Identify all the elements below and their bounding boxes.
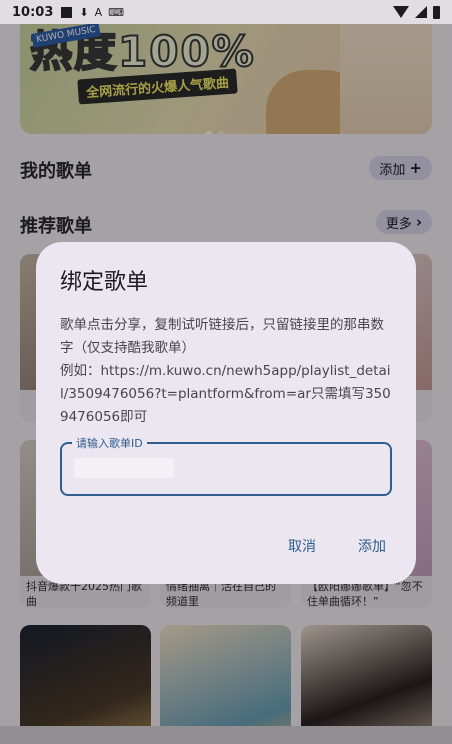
status-bar: 10:03 ⬇ A ⌨ [0, 0, 452, 24]
notification-icon [61, 6, 73, 18]
confirm-add-button[interactable]: 添加 [358, 536, 386, 556]
dialog-title: 绑定歌单 [60, 270, 149, 295]
wifi-icon [393, 6, 409, 18]
status-time: 10:03 [12, 4, 54, 20]
download-icon: ⬇ [79, 5, 89, 19]
keyboard-icon: ⌨ [108, 5, 125, 19]
status-indicators [393, 5, 440, 19]
bind-playlist-dialog: 绑定歌单 歌单点击分享，复制试听链接后，只留链接里的那串数字（仅支持酷我歌单） … [36, 242, 416, 584]
dialog-actions: 取消 添加 [288, 536, 386, 556]
cancel-button[interactable]: 取消 [288, 536, 316, 556]
battery-icon [433, 5, 440, 19]
playlist-id-field[interactable]: 请输入歌单ID [60, 435, 392, 496]
playlist-id-label: 请输入歌单ID [72, 435, 147, 451]
signal-icon [415, 6, 427, 18]
dialog-body: 歌单点击分享，复制试听链接后，只留链接里的那串数字（仅支持酷我歌单） 例如：ht… [60, 317, 391, 425]
playlist-id-input[interactable] [74, 458, 374, 480]
font-icon: A [94, 5, 103, 19]
